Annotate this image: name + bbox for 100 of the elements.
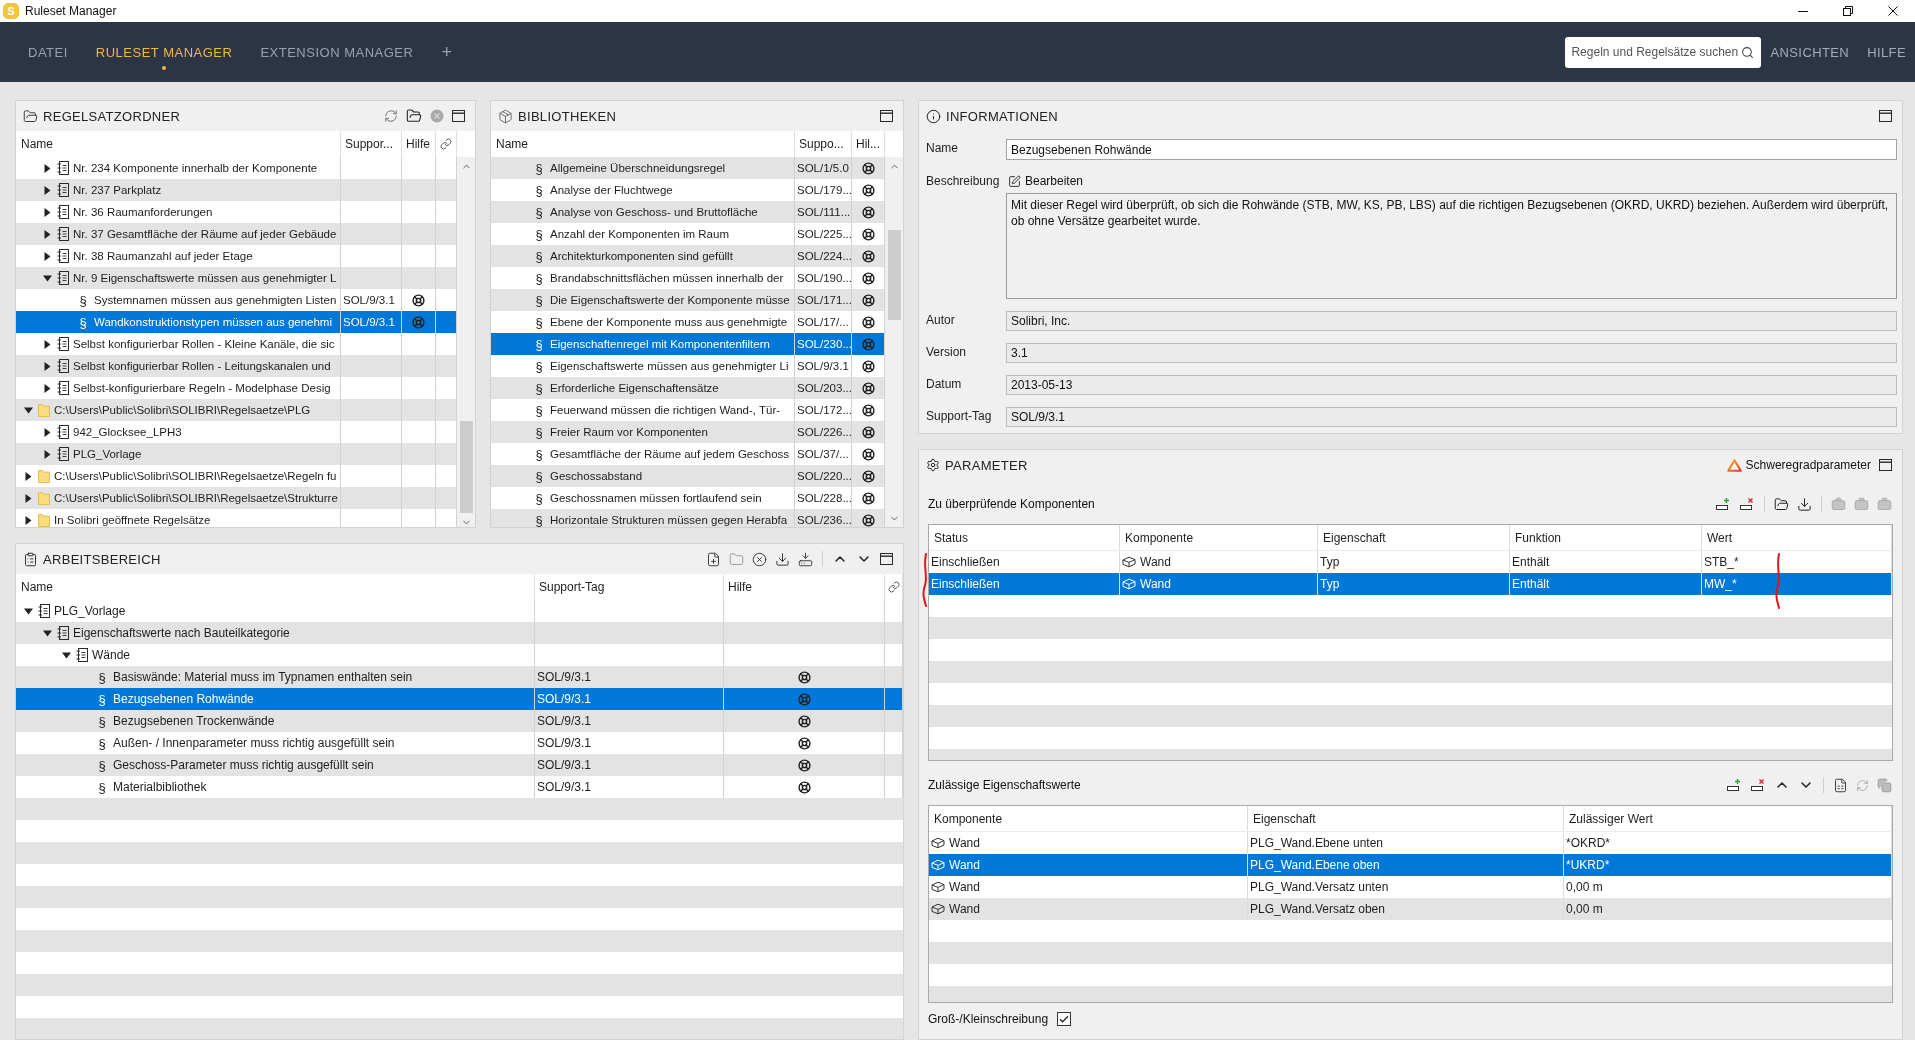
lifebuoy-icon[interactable] <box>861 513 875 527</box>
column-header[interactable]: Komponente <box>1120 525 1318 550</box>
lifebuoy-icon[interactable] <box>797 758 811 772</box>
table-row[interactable]: Wand PLG_Wand.Versatz oben 0,00 m <box>929 898 1892 920</box>
field-label: Version <box>926 344 968 361</box>
refresh-icon[interactable] <box>384 109 398 123</box>
column-header[interactable]: Zulässiger Wert <box>1564 806 1892 831</box>
add-row-icon[interactable] <box>1726 778 1742 792</box>
nav-tab[interactable]: DATEI <box>14 22 82 82</box>
lifebuoy-icon[interactable] <box>861 381 875 395</box>
lifebuoy-icon[interactable] <box>861 425 875 439</box>
caret-right-icon[interactable] <box>43 251 51 261</box>
search-field[interactable]: Regeln und Regelsätze suchen <box>1565 36 1762 68</box>
table-row[interactable]: Wand PLG_Wand.Versatz unten 0,00 m <box>929 876 1892 898</box>
readonly-field[interactable]: 3.1 <box>1006 343 1897 363</box>
name-input[interactable]: Bezugsebenen Rohwände <box>1006 139 1897 160</box>
caret-right-icon[interactable] <box>43 383 51 393</box>
circle-x-icon[interactable] <box>752 551 767 567</box>
scrollbar-thumb[interactable] <box>887 230 901 320</box>
lifebuoy-icon[interactable] <box>861 183 875 197</box>
caret-right-icon[interactable] <box>43 427 51 437</box>
readonly-field[interactable]: Solibri, Inc. <box>1006 311 1897 331</box>
caret-down-icon[interactable] <box>61 651 71 659</box>
column-header[interactable]: Komponente <box>929 806 1248 831</box>
table-row[interactable]: Einschließen Wand Typ Enthält STB_* <box>929 551 1892 573</box>
lifebuoy-icon[interactable] <box>861 227 875 241</box>
link-icon[interactable] <box>440 138 452 150</box>
window-icon[interactable] <box>1879 110 1892 122</box>
download-tray-icon[interactable] <box>798 551 813 567</box>
column-header[interactable]: Eigenschaft <box>1248 806 1564 831</box>
nav-tab[interactable]: RULESET MANAGER <box>81 22 247 82</box>
add-tab-button[interactable]: + <box>427 22 466 82</box>
lifebuoy-icon[interactable] <box>861 403 875 417</box>
download-icon[interactable] <box>1797 496 1812 512</box>
open-folder-icon[interactable] <box>1774 496 1789 512</box>
column-header[interactable]: Funktion <box>1510 525 1702 550</box>
window-title: Ruleset Manager <box>25 4 117 18</box>
lifebuoy-icon[interactable] <box>861 293 875 307</box>
add-row-icon[interactable] <box>1715 497 1731 511</box>
severity-button[interactable]: Schweregradparameter <box>1726 458 1871 472</box>
lifebuoy-icon[interactable] <box>861 271 875 285</box>
rule-name: Bezugsebenen Rohwände <box>113 692 254 706</box>
caret-right-icon[interactable] <box>43 185 51 195</box>
menu-item[interactable]: ANSICHTEN <box>1761 22 1859 82</box>
menu-item[interactable]: HILFE <box>1858 22 1915 82</box>
lifebuoy-icon[interactable] <box>797 780 811 794</box>
checkbox[interactable] <box>1057 1012 1072 1026</box>
edit-button[interactable]: Bearbeiten <box>1006 172 1086 190</box>
table-row[interactable]: Wand PLG_Wand.Ebene oben *UKRD* <box>929 854 1892 876</box>
caret-right-icon[interactable] <box>24 515 32 525</box>
lifebuoy-icon[interactable] <box>861 491 875 505</box>
link-icon[interactable] <box>887 581 900 593</box>
caret-right-icon[interactable] <box>24 471 32 481</box>
lifebuoy-icon[interactable] <box>412 293 425 307</box>
tree-row[interactable]: § Eigenschaftenregel mit Komponentenfiltern SOL/230... <box>491 333 885 355</box>
lifebuoy-icon[interactable] <box>861 359 875 373</box>
nav-tab[interactable]: EXTENSION MANAGER <box>246 22 428 82</box>
tree-row[interactable]: § Wandkonstruktionstypen müssen aus genehmi SOL/9/3.1 <box>16 311 457 333</box>
column-header[interactable]: Wert <box>1702 525 1892 550</box>
caret-down-icon[interactable] <box>42 629 52 637</box>
caret-down-icon[interactable] <box>23 406 33 414</box>
description-field[interactable]: Mit dieser Regel wird überprüft, ob sich die Rohwände (STB, MW, KS, PB, LBS) auf die richtigen Bezugsebenen (OKRD, UKRD) beziehen. Außerdem wird überprüft, ob ohne Versätze gearbeitet wurde. <box>1006 193 1897 299</box>
caret-right-icon[interactable] <box>43 449 51 459</box>
window-icon[interactable] <box>880 110 893 122</box>
caret-right-icon[interactable] <box>43 163 51 173</box>
lifebuoy-icon[interactable] <box>861 447 875 461</box>
caret-right-icon[interactable] <box>43 207 51 217</box>
caret-right-icon[interactable] <box>24 493 32 503</box>
lifebuoy-icon[interactable] <box>861 205 875 219</box>
table-row[interactable]: Wand PLG_Wand.Ebene unten *OKRD* <box>929 832 1892 854</box>
notebook-icon <box>57 447 69 461</box>
file-export-icon[interactable] <box>1833 777 1848 793</box>
open-folder-icon[interactable] <box>406 108 422 124</box>
table-row[interactable]: Einschließen Wand Typ Enthält MW_* <box>929 573 1892 595</box>
lifebuoy-icon[interactable] <box>861 315 875 329</box>
window-icon[interactable] <box>880 553 893 565</box>
lifebuoy-icon[interactable] <box>861 249 875 263</box>
caret-down-icon[interactable] <box>23 607 33 615</box>
tree-row[interactable]: § Bezugsebenen Rohwände SOL/9/3.1 <box>16 688 903 710</box>
caret-right-icon[interactable] <box>43 361 51 371</box>
readonly-field[interactable]: SOL/9/3.1 <box>1006 407 1897 427</box>
lifebuoy-icon[interactable] <box>797 714 811 728</box>
download-icon[interactable] <box>775 551 790 567</box>
window-icon[interactable] <box>452 110 465 122</box>
search-icon[interactable] <box>1741 45 1755 59</box>
caret-right-icon[interactable] <box>43 229 51 239</box>
column-header[interactable]: Status <box>929 525 1120 550</box>
lifebuoy-icon[interactable] <box>861 469 875 483</box>
lifebuoy-icon[interactable] <box>797 736 811 750</box>
lifebuoy-icon[interactable] <box>797 670 811 684</box>
scrollbar-thumb[interactable] <box>459 421 473 513</box>
lifebuoy-icon[interactable] <box>861 161 875 175</box>
new-file-icon[interactable] <box>706 551 721 567</box>
column-header[interactable]: Eigenschaft <box>1318 525 1510 550</box>
caret-down-icon[interactable] <box>42 274 52 282</box>
window-icon[interactable] <box>1879 459 1892 471</box>
readonly-field[interactable]: 2013-05-13 <box>1006 375 1897 395</box>
remove-row-icon[interactable] <box>1750 778 1766 792</box>
remove-row-icon[interactable] <box>1739 497 1755 511</box>
caret-right-icon[interactable] <box>43 339 51 349</box>
